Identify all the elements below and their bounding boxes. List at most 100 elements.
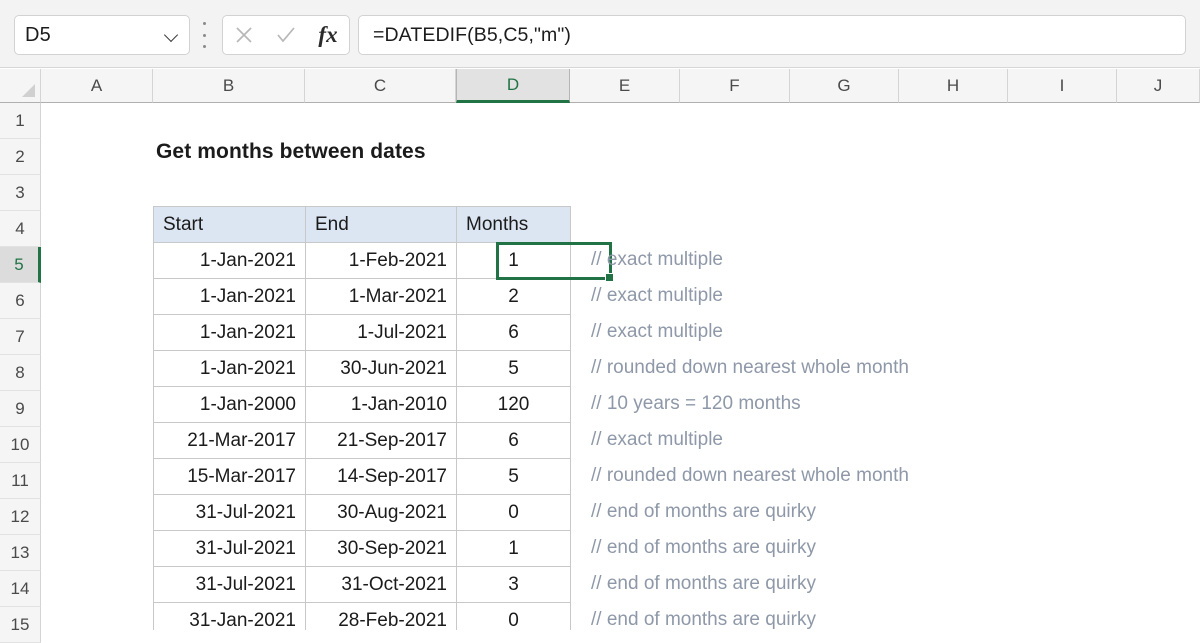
row-header-14[interactable]: 14 bbox=[0, 571, 41, 607]
cell-end[interactable]: 30-Jun-2021 bbox=[306, 351, 457, 387]
row-header-1[interactable]: 1 bbox=[0, 103, 41, 139]
column-header-d[interactable]: D bbox=[456, 69, 570, 103]
row-header-column: 123456789101112131415 bbox=[0, 103, 41, 630]
row-header-12[interactable]: 12 bbox=[0, 499, 41, 535]
cell-months[interactable]: 1 bbox=[457, 243, 571, 279]
table-row: 31-Jul-202131-Oct-20213 bbox=[154, 567, 571, 603]
row-header-11[interactable]: 11 bbox=[0, 463, 41, 499]
row-header-13[interactable]: 13 bbox=[0, 535, 41, 571]
cell-months[interactable]: 3 bbox=[457, 567, 571, 603]
cell-start[interactable]: 1-Jan-2000 bbox=[154, 387, 306, 423]
cell-end[interactable]: 21-Sep-2017 bbox=[306, 423, 457, 459]
table-row: 1-Jan-20211-Feb-20211 bbox=[154, 243, 571, 279]
cell-end[interactable]: 1-Feb-2021 bbox=[306, 243, 457, 279]
row-header-5[interactable]: 5 bbox=[0, 247, 41, 283]
cell-end[interactable]: 30-Aug-2021 bbox=[306, 495, 457, 531]
row-header-8[interactable]: 8 bbox=[0, 355, 41, 391]
select-all-triangle-icon bbox=[22, 84, 35, 97]
check-icon[interactable] bbox=[270, 20, 302, 50]
cell-months[interactable]: 6 bbox=[457, 315, 571, 351]
cell-start[interactable]: 1-Jan-2021 bbox=[154, 279, 306, 315]
cell-end[interactable]: 14-Sep-2017 bbox=[306, 459, 457, 495]
row-header-2[interactable]: 2 bbox=[0, 139, 41, 175]
column-header-h[interactable]: H bbox=[899, 69, 1008, 103]
chevron-down-icon[interactable] bbox=[165, 28, 179, 42]
data-table: Start End Months 1-Jan-20211-Feb-202111-… bbox=[153, 206, 571, 630]
cell-months[interactable]: 0 bbox=[457, 495, 571, 531]
row-header-9[interactable]: 9 bbox=[0, 391, 41, 427]
table-row: 1-Jan-20211-Mar-20212 bbox=[154, 279, 571, 315]
column-header-j[interactable]: J bbox=[1117, 69, 1200, 103]
comment-text: // 10 years = 120 months bbox=[591, 386, 909, 422]
comment-text: // exact multiple bbox=[591, 278, 909, 314]
kebab-dot bbox=[203, 45, 206, 48]
cell-end[interactable]: 31-Oct-2021 bbox=[306, 567, 457, 603]
row-header-10[interactable]: 10 bbox=[0, 427, 41, 463]
cell-start[interactable]: 15-Mar-2017 bbox=[154, 459, 306, 495]
row-header-4[interactable]: 4 bbox=[0, 211, 41, 247]
cell-start[interactable]: 1-Jan-2021 bbox=[154, 315, 306, 351]
cell-start[interactable]: 31-Jan-2021 bbox=[154, 603, 306, 631]
table-body: 1-Jan-20211-Feb-202111-Jan-20211-Mar-202… bbox=[154, 243, 571, 631]
column-header-e[interactable]: E bbox=[570, 69, 680, 103]
table-row: 1-Jan-20211-Jul-20216 bbox=[154, 315, 571, 351]
table-row: 31-Jul-202130-Sep-20211 bbox=[154, 531, 571, 567]
cell-end[interactable]: 30-Sep-2021 bbox=[306, 531, 457, 567]
name-box[interactable]: D5 bbox=[14, 15, 190, 55]
close-icon[interactable] bbox=[228, 20, 260, 50]
column-header-f[interactable]: F bbox=[680, 69, 790, 103]
formula-bar: D5 fx =DATEDIF(B5,C5,"m") bbox=[0, 0, 1200, 68]
function-icon[interactable]: fx bbox=[312, 20, 344, 50]
cell-months[interactable]: 120 bbox=[457, 387, 571, 423]
row-header-7[interactable]: 7 bbox=[0, 319, 41, 355]
cell-months[interactable]: 5 bbox=[457, 351, 571, 387]
column-header-end[interactable]: End bbox=[306, 207, 457, 243]
table-header-row: Start End Months bbox=[154, 207, 571, 243]
row-header-15[interactable]: 15 bbox=[0, 607, 41, 643]
comment-text: // rounded down nearest whole month bbox=[591, 458, 909, 494]
cell-months[interactable]: 5 bbox=[457, 459, 571, 495]
table-row: 31-Jan-202128-Feb-20210 bbox=[154, 603, 571, 631]
table-row: 21-Mar-201721-Sep-20176 bbox=[154, 423, 571, 459]
row-header-6[interactable]: 6 bbox=[0, 283, 41, 319]
kebab-dot bbox=[203, 22, 206, 25]
cell-end[interactable]: 28-Feb-2021 bbox=[306, 603, 457, 631]
more-options-icon[interactable] bbox=[200, 22, 208, 48]
comment-text: // exact multiple bbox=[591, 314, 909, 350]
page-title: Get months between dates bbox=[156, 140, 426, 164]
comment-text: // end of months are quirky bbox=[591, 566, 909, 602]
select-all-corner[interactable] bbox=[0, 69, 41, 103]
row-header-3[interactable]: 3 bbox=[0, 175, 41, 211]
table-row: 1-Jan-202130-Jun-20215 bbox=[154, 351, 571, 387]
cell-months[interactable]: 2 bbox=[457, 279, 571, 315]
comment-text: // rounded down nearest whole month bbox=[591, 350, 909, 386]
worksheet-grid[interactable]: Get months between dates Start End Month… bbox=[41, 103, 1200, 630]
table-row: 15-Mar-201714-Sep-20175 bbox=[154, 459, 571, 495]
table-row: 31-Jul-202130-Aug-20210 bbox=[154, 495, 571, 531]
comment-text: // end of months are quirky bbox=[591, 602, 909, 630]
column-header-b[interactable]: B bbox=[153, 69, 305, 103]
cell-end[interactable]: 1-Jan-2010 bbox=[306, 387, 457, 423]
cell-start[interactable]: 1-Jan-2021 bbox=[154, 351, 306, 387]
formula-action-group: fx bbox=[222, 15, 350, 55]
column-header-a[interactable]: A bbox=[41, 69, 153, 103]
cell-months[interactable]: 1 bbox=[457, 531, 571, 567]
cell-months[interactable]: 6 bbox=[457, 423, 571, 459]
cell-end[interactable]: 1-Jul-2021 bbox=[306, 315, 457, 351]
cell-start[interactable]: 31-Jul-2021 bbox=[154, 567, 306, 603]
cell-end[interactable]: 1-Mar-2021 bbox=[306, 279, 457, 315]
column-header-start[interactable]: Start bbox=[154, 207, 306, 243]
column-header-months[interactable]: Months bbox=[457, 207, 571, 243]
column-header-c[interactable]: C bbox=[305, 69, 456, 103]
cell-start[interactable]: 1-Jan-2021 bbox=[154, 243, 306, 279]
comment-text: // exact multiple bbox=[591, 242, 909, 278]
cell-start[interactable]: 31-Jul-2021 bbox=[154, 495, 306, 531]
column-header-i[interactable]: I bbox=[1008, 69, 1117, 103]
column-header-g[interactable]: G bbox=[790, 69, 899, 103]
cell-start[interactable]: 31-Jul-2021 bbox=[154, 531, 306, 567]
kebab-dot bbox=[203, 34, 206, 37]
formula-input[interactable]: =DATEDIF(B5,C5,"m") bbox=[358, 15, 1186, 55]
cell-months[interactable]: 0 bbox=[457, 603, 571, 631]
cell-start[interactable]: 21-Mar-2017 bbox=[154, 423, 306, 459]
comments-column: // exact multiple// exact multiple// exa… bbox=[591, 242, 909, 630]
